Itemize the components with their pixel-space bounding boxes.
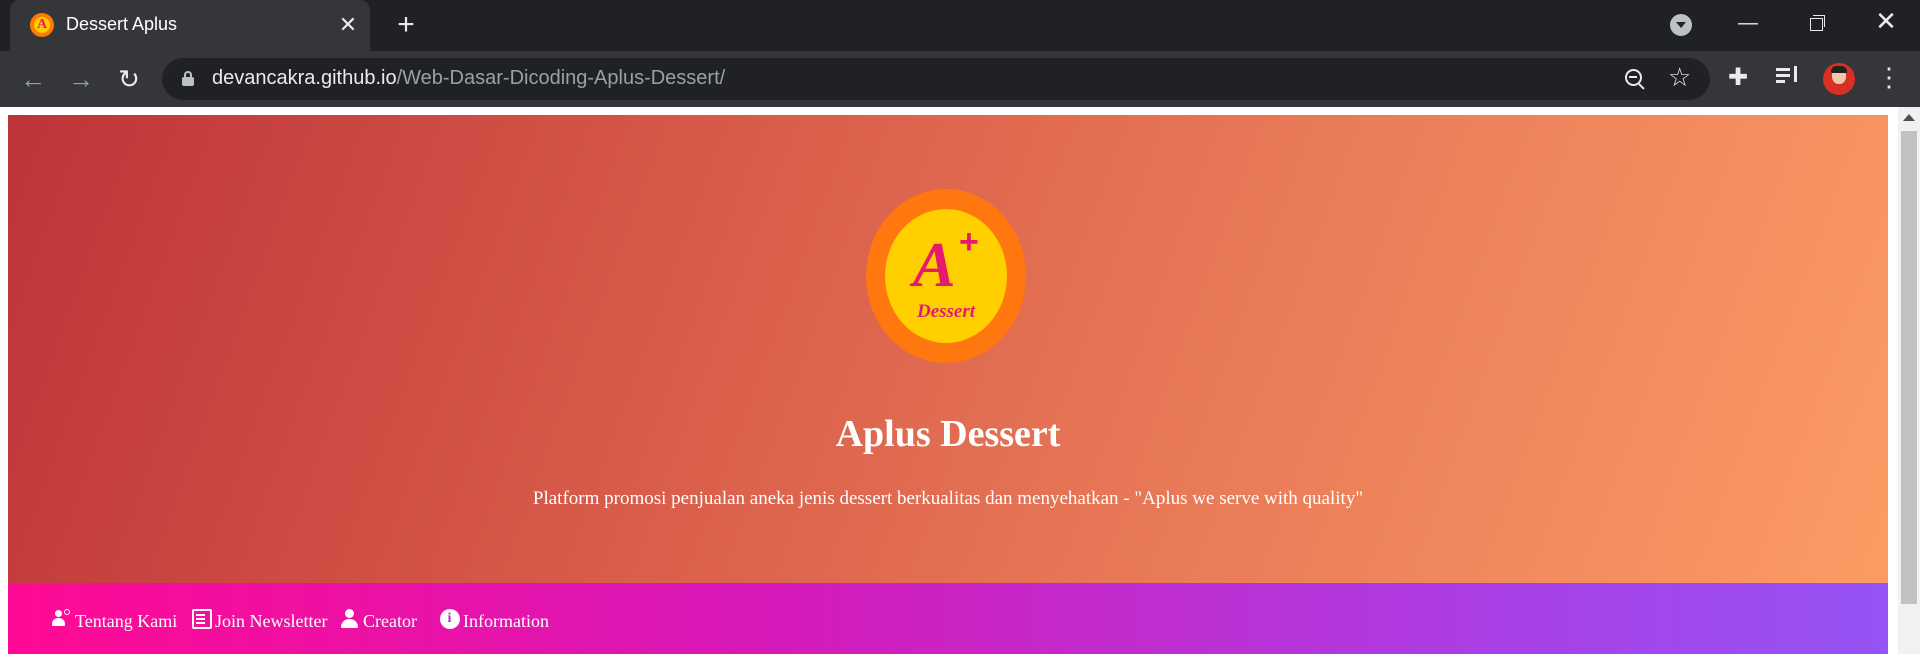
nav-item-label: Creator (363, 611, 417, 631)
url-domain: devancakra.github.io (212, 67, 397, 89)
minimize-window-icon[interactable]: — (1730, 8, 1766, 38)
close-window-icon[interactable]: ✕ (1868, 6, 1904, 36)
back-icon[interactable]: ← (16, 62, 50, 96)
nav-item-information[interactable]: i Information (440, 609, 549, 633)
url-text[interactable]: devancakra.github.io/Web-Dasar-Dicoding-… (212, 67, 725, 90)
nav-item-label: Tentang Kami (75, 611, 178, 631)
browser-menu-icon[interactable]: ⋮ (1876, 63, 1902, 91)
lock-icon[interactable] (182, 71, 194, 86)
scrollbar-thumb[interactable] (1901, 131, 1917, 604)
tab-title: Dessert Aplus (66, 14, 178, 34)
hero-header: A + Dessert Aplus Dessert Platform promo… (8, 115, 1888, 583)
nav-item-label: Join Newsletter (215, 611, 328, 631)
nav-item-label: Information (463, 611, 549, 631)
logo-text: Dessert (916, 301, 976, 322)
scroll-up-arrow-icon[interactable] (1903, 114, 1915, 121)
site-favicon-icon: A (30, 13, 54, 37)
page-tagline: Platform promosi penjualan aneka jenis d… (532, 488, 1364, 509)
nav-item-join-newsletter[interactable]: Join Newsletter (192, 609, 327, 633)
group-icon (52, 609, 72, 629)
browser-tab-strip: A Dessert Aplus ✕ + — ✕ (0, 0, 1920, 51)
main-navigation: Tentang Kami Join Newsletter Creator i In… (8, 583, 1888, 654)
logo-letter: A (913, 229, 956, 300)
page-viewport: A + Dessert Aplus Dessert Platform promo… (0, 107, 1898, 654)
aplus-dessert-logo: A + Dessert (866, 189, 1026, 363)
tab-search-icon[interactable] (1670, 14, 1692, 36)
new-tab-icon[interactable]: + (390, 10, 422, 42)
reload-icon[interactable]: ↻ (112, 62, 146, 96)
logo-plus: + (959, 223, 979, 261)
address-bar[interactable]: devancakra.github.io/Web-Dasar-Dicoding-… (162, 58, 1710, 100)
page-scrollbar[interactable] (1898, 107, 1920, 654)
zoom-icon[interactable] (1623, 67, 1647, 91)
profile-avatar[interactable] (1823, 63, 1855, 95)
bookmark-star-icon[interactable]: ☆ (1668, 62, 1691, 93)
restore-window-icon[interactable] (1798, 8, 1834, 38)
forward-icon[interactable]: → (64, 62, 98, 96)
nav-item-tentang-kami[interactable]: Tentang Kami (52, 609, 177, 633)
newspaper-icon (192, 609, 212, 629)
info-icon: i (440, 609, 460, 629)
tab-close-icon[interactable]: ✕ (335, 12, 361, 38)
extensions-puzzle-icon[interactable]: ✚ (1728, 63, 1748, 92)
person-icon (340, 609, 360, 629)
url-path: /Web-Dasar-Dicoding-Aplus-Dessert/ (396, 67, 726, 89)
nav-item-creator[interactable]: Creator (340, 609, 417, 633)
media-control-icon[interactable] (1776, 63, 1802, 89)
browser-tab[interactable]: A Dessert Aplus ✕ (10, 0, 370, 51)
page-title: Aplus Dessert (835, 413, 1061, 455)
